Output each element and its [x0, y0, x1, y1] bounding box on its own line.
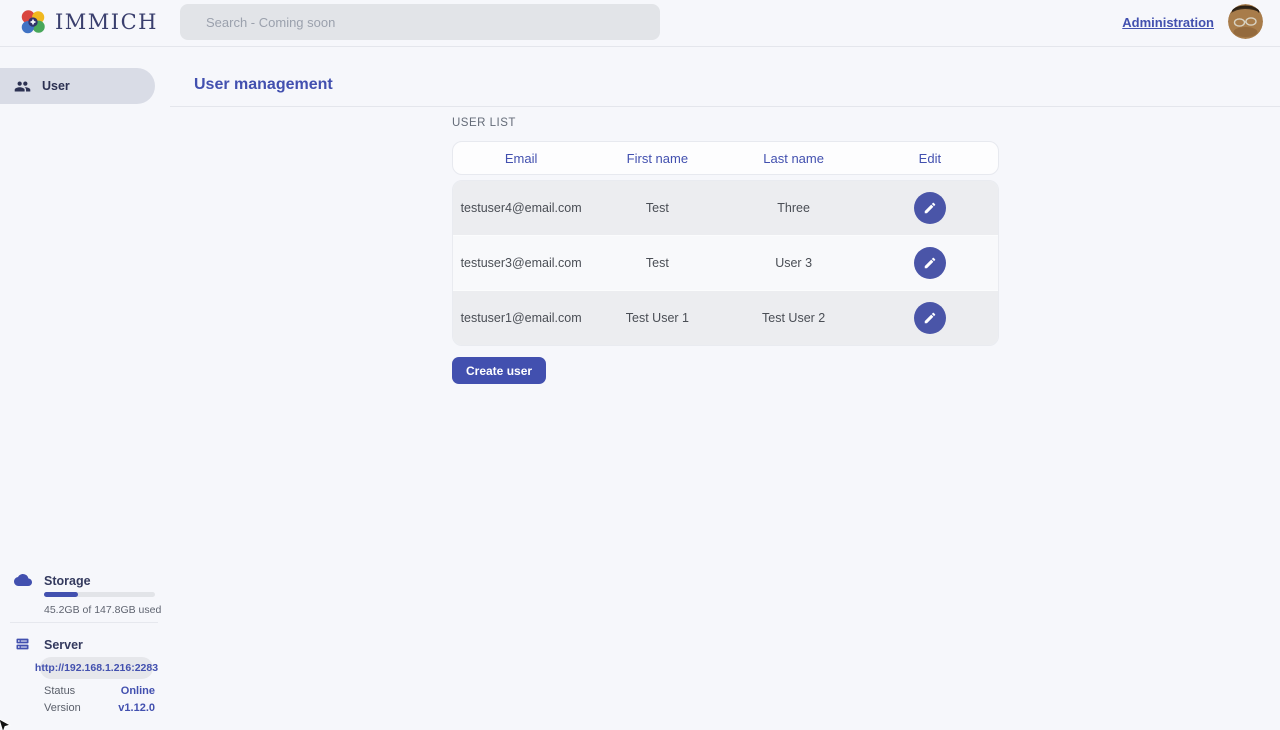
sidebar-divider — [10, 622, 158, 623]
server-status-row: Status Online — [44, 685, 155, 697]
user-row: testuser4@email.com Test Three — [453, 181, 998, 235]
sidebar-item-user[interactable]: User — [0, 68, 155, 104]
server-title: Server — [44, 638, 83, 652]
app-name: IMMICH — [55, 10, 158, 34]
sidebar-item-user-label: User — [42, 79, 70, 93]
user-first-name: Test — [589, 256, 725, 270]
user-row: testuser3@email.com Test User 3 — [453, 235, 998, 290]
pencil-icon — [923, 201, 937, 215]
status-value: Online — [121, 685, 155, 697]
immich-flower-icon — [18, 7, 48, 37]
sidebar: User Storage 45.2GB of 147.8GB used S — [0, 47, 170, 730]
user-last-name: Test User 2 — [726, 311, 862, 325]
pencil-icon — [923, 256, 937, 270]
storage-progress-bar — [44, 592, 155, 597]
storage-progress-fill — [44, 592, 78, 597]
user-last-name: Three — [726, 201, 862, 215]
create-user-button[interactable]: Create user — [452, 357, 546, 384]
mouse-cursor — [0, 717, 13, 730]
column-header-email: Email — [453, 151, 589, 166]
pencil-icon — [923, 311, 937, 325]
server-version-row: Version v1.12.0 — [44, 702, 155, 714]
status-label: Status — [44, 685, 75, 697]
search-input[interactable] — [180, 4, 660, 40]
administration-link[interactable]: Administration — [1122, 15, 1214, 30]
header-divider — [170, 106, 1280, 107]
user-email: testuser3@email.com — [453, 256, 589, 270]
top-bar: IMMICH Administration — [0, 0, 1280, 47]
user-table-body: testuser4@email.com Test Three testuser3… — [452, 180, 999, 346]
user-first-name: Test — [589, 201, 725, 215]
edit-user-button[interactable] — [914, 247, 946, 279]
column-header-first-name: First name — [589, 151, 725, 166]
user-email: testuser4@email.com — [453, 201, 589, 215]
user-list-label: USER LIST — [452, 117, 516, 129]
column-header-last-name: Last name — [726, 151, 862, 166]
user-avatar[interactable] — [1228, 4, 1263, 39]
app-logo[interactable]: IMMICH — [18, 7, 158, 37]
user-first-name: Test User 1 — [589, 311, 725, 325]
column-header-edit: Edit — [862, 151, 998, 166]
user-email: testuser1@email.com — [453, 311, 589, 325]
storage-used-label: 45.2GB of 147.8GB used — [44, 604, 161, 616]
storage-title: Storage — [44, 574, 91, 588]
user-last-name: User 3 — [726, 256, 862, 270]
cloud-icon — [14, 573, 32, 587]
version-value: v1.12.0 — [118, 702, 155, 714]
edit-user-button[interactable] — [914, 302, 946, 334]
version-label: Version — [44, 702, 81, 714]
server-url-badge: http://192.168.1.216:2283 — [40, 657, 153, 679]
user-table-header: Email First name Last name Edit — [452, 141, 999, 175]
immich-admin-screen: IMMICH Administration User — [0, 0, 1280, 730]
page-title: User management — [194, 76, 333, 94]
user-row: testuser1@email.com Test User 1 Test Use… — [453, 290, 998, 345]
edit-user-button[interactable] — [914, 192, 946, 224]
server-icon — [14, 636, 31, 652]
people-icon — [14, 78, 31, 95]
